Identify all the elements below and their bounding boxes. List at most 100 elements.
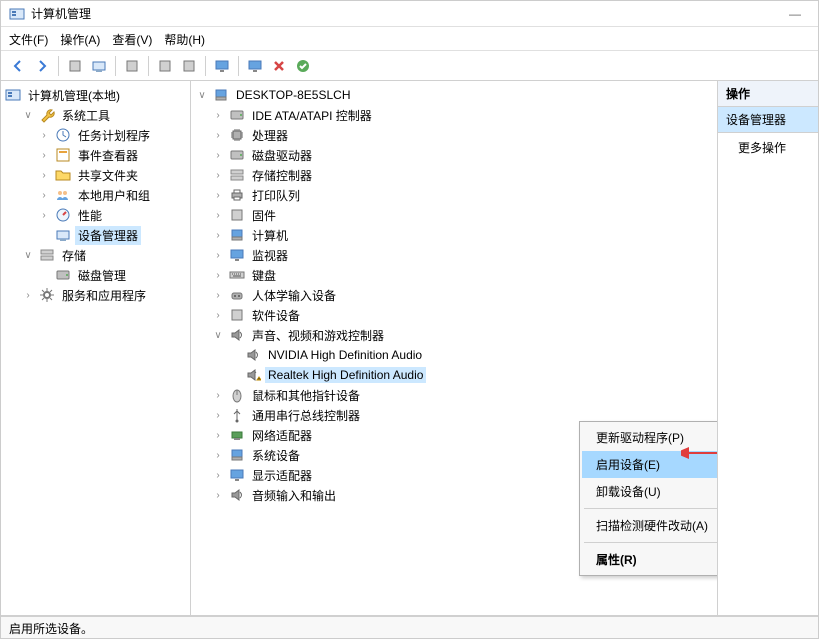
check-icon (295, 58, 311, 74)
speaker-icon (229, 487, 245, 503)
expand-icon[interactable]: › (211, 450, 225, 461)
expand-icon[interactable]: › (211, 130, 225, 141)
menu-file[interactable]: 文件(F) (9, 31, 48, 46)
ctx-scan[interactable]: 扫描检测硬件改动(A) (582, 512, 718, 539)
cpu-icon (229, 127, 245, 143)
device-computer[interactable]: ›计算机 (193, 225, 715, 245)
device-label: 音频输入和输出 (249, 486, 339, 505)
expand-icon[interactable]: › (211, 430, 225, 441)
monitor-icon (229, 247, 245, 263)
device-firmware[interactable]: ›固件 (193, 205, 715, 225)
expand-icon[interactable]: › (211, 150, 225, 161)
gear-icon (39, 287, 55, 303)
device-cpu[interactable]: › 处理器 (193, 125, 715, 145)
expand-icon[interactable]: › (211, 470, 225, 481)
back-icon (10, 58, 26, 74)
tb-button-1[interactable] (64, 55, 86, 77)
right-panel: 操作 设备管理器 更多操作 (718, 81, 818, 615)
box-icon (229, 207, 245, 223)
tb-button-5[interactable] (178, 55, 200, 77)
expand-icon[interactable]: › (37, 150, 51, 161)
device-disk-drive[interactable]: ›磁盘驱动器 (193, 145, 715, 165)
expand-icon[interactable]: › (211, 170, 225, 181)
expand-icon[interactable]: › (211, 250, 225, 261)
device-nvidia-audio[interactable]: ›NVIDIA High Definition Audio (193, 345, 715, 365)
collapse-icon[interactable]: ∨ (21, 250, 35, 261)
device-software[interactable]: ›软件设备 (193, 305, 715, 325)
expand-icon[interactable]: › (211, 290, 225, 301)
folder-icon (55, 167, 71, 183)
expand-icon[interactable]: › (211, 390, 225, 401)
driver-icon (247, 58, 263, 74)
tree-system-tools[interactable]: ∨ 系统工具 (3, 105, 188, 125)
expand-icon[interactable]: › (37, 130, 51, 141)
tree-label: 磁盘管理 (75, 266, 129, 285)
expand-icon[interactable]: › (21, 290, 35, 301)
menu-view[interactable]: 查看(V) (112, 31, 152, 46)
update-driver-button[interactable] (244, 55, 266, 77)
ctx-enable-device[interactable]: 启用设备(E) (582, 451, 718, 478)
tb-button-2[interactable] (88, 55, 110, 77)
list-icon (91, 58, 107, 74)
minimize-button[interactable]: — (780, 7, 810, 21)
expand-icon[interactable]: › (37, 210, 51, 221)
scan-hardware-button[interactable] (211, 55, 233, 77)
tb-button-3[interactable] (121, 55, 143, 77)
x-icon (271, 58, 287, 74)
speaker-icon (229, 327, 245, 343)
device-mouse[interactable]: ›鼠标和其他指针设备 (193, 385, 715, 405)
separator (115, 56, 116, 76)
tree-shared-folders[interactable]: ›共享文件夹 (3, 165, 188, 185)
tree-performance[interactable]: ›性能 (3, 205, 188, 225)
menu-help[interactable]: 帮助(H) (164, 31, 205, 46)
tb-button-4[interactable] (154, 55, 176, 77)
tree-label: 设备管理器 (75, 226, 141, 245)
back-button[interactable] (7, 55, 29, 77)
expand-icon[interactable]: › (211, 210, 225, 221)
device-monitor[interactable]: ›监视器 (193, 245, 715, 265)
expand-icon[interactable]: › (211, 190, 225, 201)
expand-icon[interactable]: › (211, 270, 225, 281)
tree-storage[interactable]: ∨存储 (3, 245, 188, 265)
forward-button[interactable] (31, 55, 53, 77)
tree-local-users[interactable]: ›本地用户和组 (3, 185, 188, 205)
collapse-icon[interactable]: ∨ (21, 110, 35, 121)
device-print-queue[interactable]: ›打印队列 (193, 185, 715, 205)
tree-services[interactable]: ›服务和应用程序 (3, 285, 188, 305)
device-ide[interactable]: ›IDE ATA/ATAPI 控制器 (193, 105, 715, 125)
device-root[interactable]: ∨DESKTOP-8E5SLCH (193, 85, 715, 105)
expand-icon[interactable]: › (37, 170, 51, 181)
forward-icon (34, 58, 50, 74)
tree-event-viewer[interactable]: ›事件查看器 (3, 145, 188, 165)
status-text: 启用所选设备。 (9, 622, 93, 636)
menu-action[interactable]: 操作(A) (60, 31, 100, 46)
ctx-uninstall[interactable]: 卸载设备(U) (582, 478, 718, 505)
tree-label: 系统工具 (59, 106, 113, 125)
expand-icon[interactable]: › (37, 190, 51, 201)
ctx-properties[interactable]: 属性(R) (582, 546, 718, 573)
expand-icon[interactable]: › (211, 310, 225, 321)
actions-section[interactable]: 设备管理器 (718, 107, 818, 133)
collapse-icon[interactable]: ∨ (195, 90, 209, 101)
device-sound[interactable]: ∨声音、视频和游戏控制器 (193, 325, 715, 345)
device-label: 处理器 (249, 126, 291, 145)
more-actions[interactable]: 更多操作 (718, 133, 818, 160)
device-storage-ctrl[interactable]: ›存储控制器 (193, 165, 715, 185)
device-realtek-audio[interactable]: ›Realtek High Definition Audio (193, 365, 715, 385)
speaker-warn-icon (245, 367, 261, 383)
expand-icon[interactable]: › (211, 490, 225, 501)
tree-task-scheduler[interactable]: ›任务计划程序 (3, 125, 188, 145)
tree-disk-mgmt[interactable]: ›磁盘管理 (3, 265, 188, 285)
device-keyboard[interactable]: ›键盘 (193, 265, 715, 285)
tree-device-manager[interactable]: ›设备管理器 (3, 225, 188, 245)
expand-icon[interactable]: › (211, 230, 225, 241)
tree-root[interactable]: 计算机管理(本地) (3, 85, 188, 105)
collapse-icon[interactable]: ∨ (211, 330, 225, 341)
uninstall-button[interactable] (268, 55, 290, 77)
ctx-update-driver[interactable]: 更新驱动程序(P) (582, 424, 718, 451)
expand-icon[interactable]: › (211, 110, 225, 121)
computer-icon (213, 87, 229, 103)
device-hid[interactable]: ›人体学输入设备 (193, 285, 715, 305)
enable-button[interactable] (292, 55, 314, 77)
expand-icon[interactable]: › (211, 410, 225, 421)
